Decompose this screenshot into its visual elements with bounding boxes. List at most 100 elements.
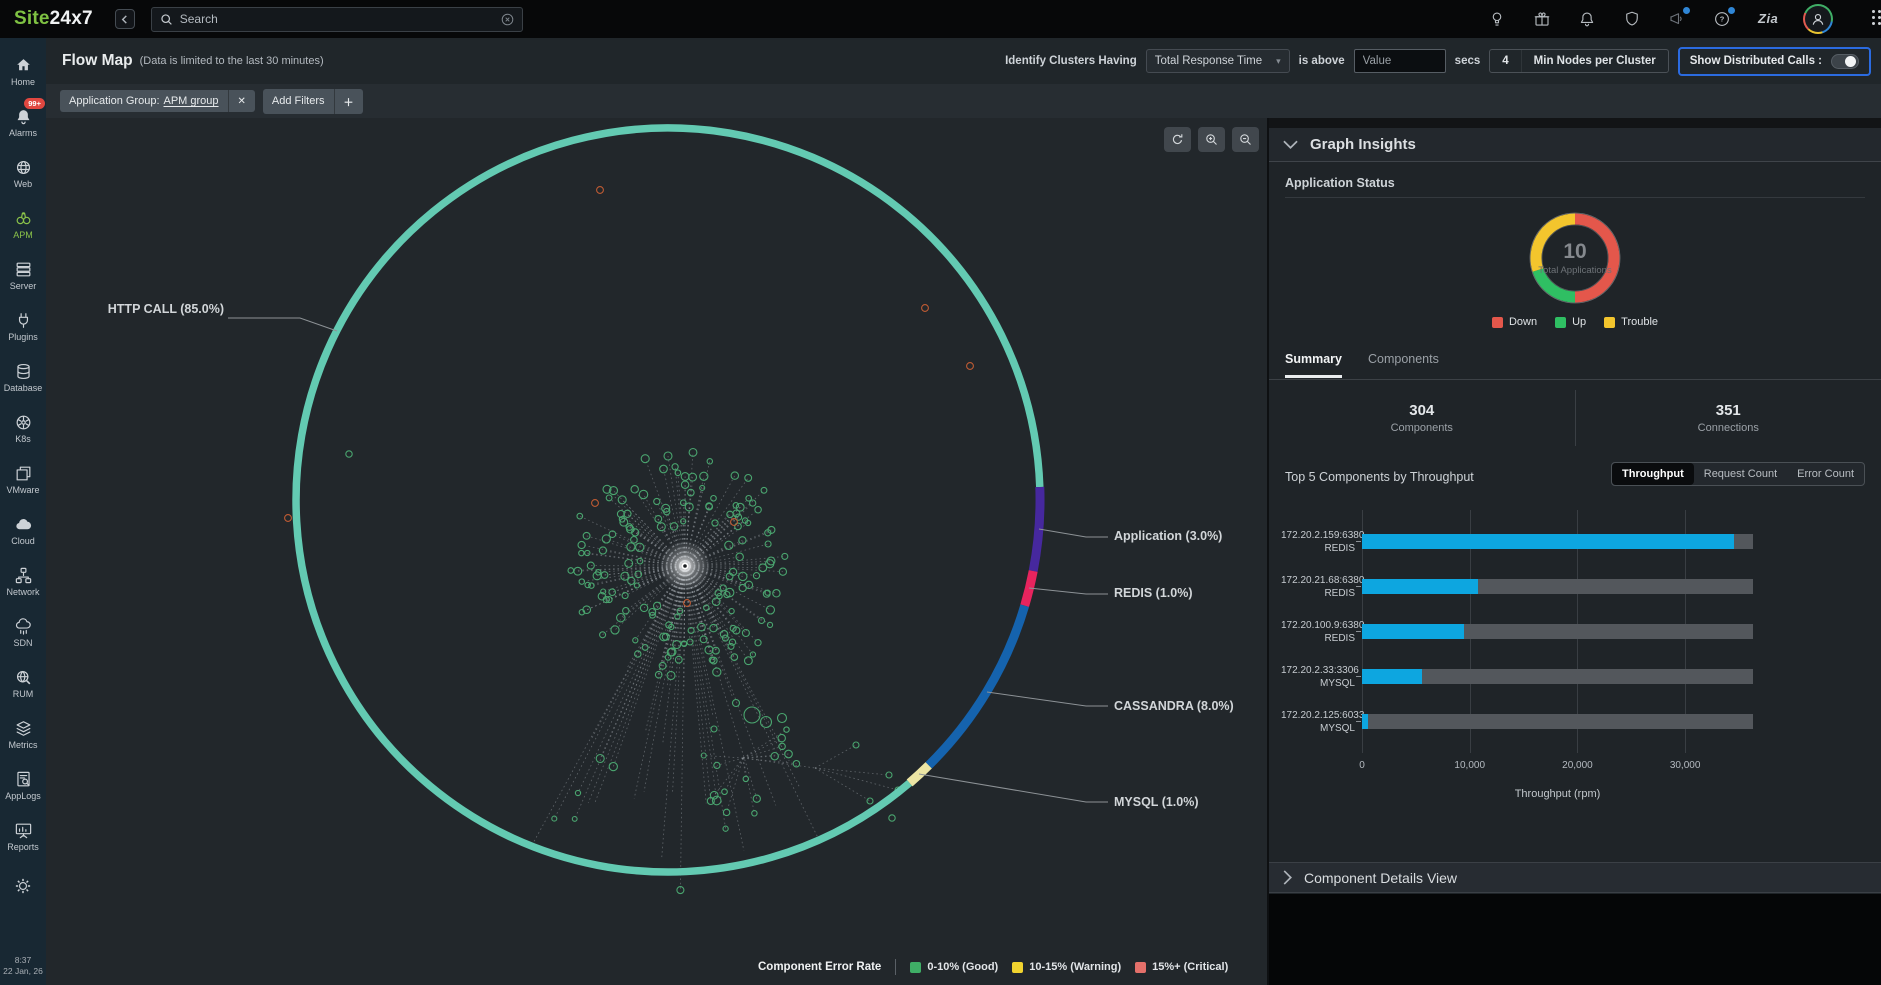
component-node[interactable] bbox=[784, 727, 789, 732]
component-node[interactable] bbox=[552, 816, 557, 821]
component-node[interactable] bbox=[655, 516, 662, 523]
component-node-critical[interactable] bbox=[597, 187, 604, 194]
component-node[interactable] bbox=[867, 798, 873, 804]
component-node[interactable] bbox=[574, 567, 582, 575]
component-node[interactable] bbox=[639, 490, 647, 498]
sidebar-item-alarms[interactable]: 99+Alarms bbox=[0, 97, 46, 148]
component-node[interactable] bbox=[711, 496, 717, 502]
component-node-critical[interactable] bbox=[967, 363, 974, 370]
bar-track[interactable] bbox=[1362, 669, 1753, 684]
component-node[interactable] bbox=[654, 498, 660, 504]
global-search[interactable] bbox=[151, 7, 523, 32]
component-node[interactable] bbox=[623, 608, 629, 614]
component-node[interactable] bbox=[634, 583, 639, 588]
mode-request-count[interactable]: Request Count bbox=[1694, 463, 1787, 485]
component-node[interactable] bbox=[753, 795, 760, 802]
component-node[interactable] bbox=[886, 772, 892, 778]
mode-throughput[interactable]: Throughput bbox=[1612, 463, 1694, 485]
sidebar-item-vmware[interactable]: VMware bbox=[0, 454, 46, 505]
sidebar-item-applogs[interactable]: AppLogs bbox=[0, 760, 46, 811]
sidebar-item-web[interactable]: Web bbox=[0, 148, 46, 199]
component-node[interactable] bbox=[633, 638, 638, 643]
component-node[interactable] bbox=[583, 532, 590, 539]
apps-grid-icon[interactable] bbox=[1872, 10, 1881, 28]
component-details-header[interactable]: Component Details View bbox=[1269, 862, 1881, 893]
component-node[interactable] bbox=[609, 589, 616, 596]
component-node[interactable] bbox=[767, 557, 775, 565]
component-node[interactable] bbox=[585, 550, 590, 555]
component-node[interactable] bbox=[767, 622, 772, 627]
component-node[interactable] bbox=[713, 668, 721, 676]
sidebar-item-rum[interactable]: RUM bbox=[0, 658, 46, 709]
component-node[interactable] bbox=[720, 585, 726, 591]
component-node[interactable] bbox=[755, 507, 761, 513]
component-node[interactable] bbox=[346, 451, 352, 457]
component-node[interactable] bbox=[889, 815, 895, 821]
sidebar-settings-button[interactable] bbox=[14, 866, 32, 906]
sidebar-item-home[interactable]: Home bbox=[0, 46, 46, 97]
component-node[interactable] bbox=[618, 496, 626, 504]
add-filters-chip[interactable]: Add Filters ＋ bbox=[263, 89, 363, 114]
chip-value[interactable]: APM group bbox=[164, 95, 219, 107]
component-node[interactable] bbox=[657, 523, 665, 531]
component-node[interactable] bbox=[731, 472, 738, 479]
component-node[interactable] bbox=[853, 742, 859, 748]
sidebar-item-server[interactable]: Server bbox=[0, 250, 46, 301]
component-node-critical[interactable] bbox=[922, 305, 929, 312]
component-node[interactable] bbox=[568, 568, 574, 574]
component-node[interactable] bbox=[599, 547, 606, 554]
map-zoom-out-button[interactable] bbox=[1232, 127, 1259, 152]
bar-track[interactable] bbox=[1362, 534, 1753, 549]
bell-icon[interactable] bbox=[1578, 10, 1596, 28]
threshold-value-input[interactable] bbox=[1354, 49, 1446, 73]
clear-search-icon[interactable] bbox=[501, 13, 514, 26]
sidebar-item-reports[interactable]: Reports bbox=[0, 811, 46, 862]
component-node[interactable] bbox=[631, 486, 638, 493]
shield-icon[interactable] bbox=[1623, 10, 1641, 28]
component-node[interactable] bbox=[752, 811, 757, 816]
graph-insights-header[interactable]: Graph Insights bbox=[1269, 128, 1881, 162]
component-node[interactable] bbox=[642, 645, 648, 651]
sidebar-item-sdn[interactable]: SDN bbox=[0, 607, 46, 658]
gift-icon[interactable] bbox=[1533, 10, 1551, 28]
distributed-calls-toggle[interactable] bbox=[1831, 54, 1859, 69]
component-node[interactable] bbox=[711, 726, 717, 732]
component-node[interactable] bbox=[707, 459, 712, 464]
tab-summary[interactable]: Summary bbox=[1285, 352, 1342, 378]
component-node[interactable] bbox=[773, 590, 780, 597]
component-node[interactable] bbox=[761, 487, 767, 493]
component-node[interactable] bbox=[713, 647, 720, 654]
help-icon[interactable]: ? bbox=[1713, 10, 1731, 28]
sidebar-item-database[interactable]: Database bbox=[0, 352, 46, 403]
mode-error-count[interactable]: Error Count bbox=[1787, 463, 1864, 485]
component-node[interactable] bbox=[698, 623, 706, 631]
component-node[interactable] bbox=[745, 657, 753, 665]
component-node[interactable] bbox=[725, 541, 733, 549]
sidebar-item-cloud[interactable]: Cloud bbox=[0, 505, 46, 556]
zia-icon[interactable]: Zia bbox=[1758, 10, 1776, 28]
remove-filter-icon[interactable]: ✕ bbox=[228, 90, 255, 112]
component-node[interactable] bbox=[578, 541, 585, 548]
component-node[interactable] bbox=[601, 572, 608, 579]
component-node[interactable] bbox=[785, 750, 793, 758]
flow-map-canvas[interactable] bbox=[46, 118, 1267, 985]
component-node[interactable] bbox=[628, 577, 635, 584]
bar-track[interactable] bbox=[1362, 624, 1753, 639]
component-node[interactable] bbox=[710, 791, 718, 799]
search-input[interactable] bbox=[180, 12, 501, 26]
bar-track[interactable] bbox=[1362, 579, 1753, 594]
component-node-critical[interactable] bbox=[684, 600, 691, 607]
component-node[interactable] bbox=[600, 632, 606, 638]
metric-dropdown[interactable]: Total Response Time ▾ bbox=[1146, 49, 1290, 73]
component-node[interactable] bbox=[778, 714, 787, 723]
component-node-critical[interactable] bbox=[592, 500, 599, 507]
plus-icon[interactable]: ＋ bbox=[334, 89, 363, 114]
map-refresh-button[interactable] bbox=[1164, 127, 1191, 152]
component-node[interactable] bbox=[765, 541, 771, 547]
component-node[interactable] bbox=[753, 573, 759, 579]
component-node[interactable] bbox=[778, 734, 785, 741]
component-node[interactable] bbox=[743, 776, 748, 781]
component-node[interactable] bbox=[755, 640, 761, 646]
component-node[interactable] bbox=[729, 609, 734, 614]
bar-track[interactable] bbox=[1362, 714, 1753, 729]
